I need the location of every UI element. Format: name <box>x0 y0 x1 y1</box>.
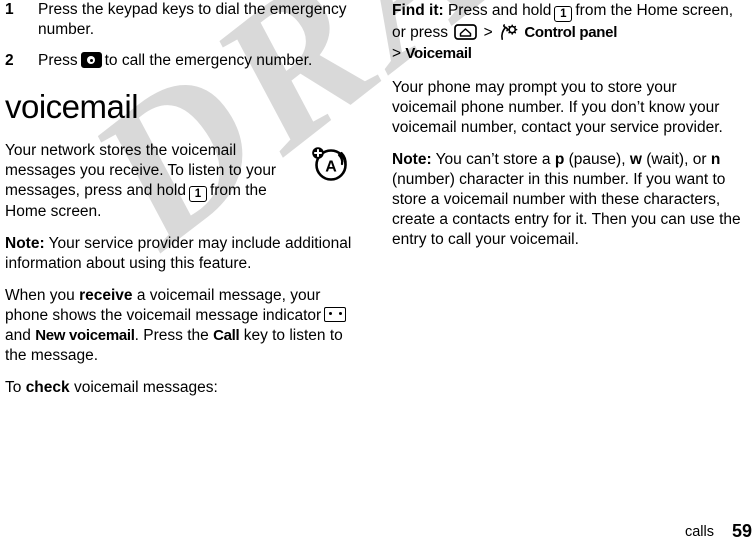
step-text-after-icon: to call the emergency number. <box>104 52 313 69</box>
send-key-icon <box>80 52 102 68</box>
voicemail-indicator-icon <box>324 307 347 322</box>
step-item: 1 Press the keypad keys to dial the emer… <box>5 0 355 40</box>
find-it-separator-1: > <box>483 24 493 41</box>
step-number: 2 <box>5 52 14 69</box>
note-chars-part3: (wait), or <box>646 151 707 168</box>
tocheck-part2: voicemail messages: <box>73 379 218 396</box>
step-text-before-icon: Press <box>38 52 78 69</box>
char-n: n <box>710 151 721 168</box>
receive-part4: . Press the <box>134 327 209 344</box>
right-column: Find it: Press and hold 1 from the Home sc… <box>392 0 742 262</box>
find-it-part1: Press and hold <box>447 2 552 19</box>
step-number: 1 <box>5 1 14 18</box>
tocheck-bold-check: check <box>25 379 70 396</box>
note-label: Note: <box>392 151 432 168</box>
step-text: Press the keypad keys to dial the emerge… <box>38 1 347 38</box>
note-chars-part1: You can’t store a <box>435 151 551 168</box>
paragraph-note-chars: Note: You can’t store a p (pause), w (wa… <box>392 150 742 250</box>
receive-part3: and <box>5 327 31 344</box>
footer-chapter-name: calls <box>684 524 714 540</box>
home-key-icon <box>454 24 478 40</box>
paragraph-note-provider: Note: Your service provider may include … <box>5 234 355 274</box>
receive-bold-receive: receive <box>79 287 133 304</box>
page-footer: calls 59 <box>0 516 756 542</box>
step-item: 2 Press to call the emergency number. <box>5 51 355 71</box>
prompt-text: Your phone may prompt you to store your … <box>392 79 723 136</box>
ui-label-new-voicemail: New voicemail <box>35 327 135 344</box>
key-1-icon: 1 <box>554 6 573 22</box>
ui-label-call: Call <box>213 327 240 344</box>
control-panel-gear-icon <box>501 24 518 40</box>
left-column: 1 Press the keypad keys to dial the emer… <box>5 0 355 410</box>
page-title: voicemail <box>5 88 139 125</box>
char-w: w <box>629 151 642 168</box>
tocheck-part1: To <box>5 379 22 396</box>
footer-page-number: 59 <box>731 521 752 541</box>
alert-network-icon: A <box>312 147 347 181</box>
find-it-separator-2: > <box>392 45 402 62</box>
note-chars-part2: (pause), <box>568 151 626 168</box>
receive-part1: When you <box>5 287 75 304</box>
paragraph-prompt: Your phone may prompt you to store your … <box>392 78 742 138</box>
find-it-block: Find it: Press and hold 1 from the Home sc… <box>392 0 742 64</box>
svg-text:A: A <box>325 159 337 176</box>
char-p: p <box>554 151 565 168</box>
menu-item-control-panel[interactable]: Control panel <box>524 24 617 41</box>
paragraph-receive: When you receive a voicemail message, yo… <box>5 286 355 366</box>
menu-item-voicemail[interactable]: Voicemail <box>405 45 472 62</box>
key-1-icon: 1 <box>188 186 207 202</box>
paragraph-to-check: To check voicemail messages: <box>5 378 355 398</box>
note-text: Your service provider may include additi… <box>5 235 352 272</box>
manual-page: 1 Press the keypad keys to dial the emer… <box>0 0 756 548</box>
note-chars-part4: (number) character in this number. If yo… <box>392 171 741 248</box>
note-label: Note: <box>5 235 45 252</box>
paragraph-intro: Your network stores the voicemail messag… <box>5 141 355 222</box>
find-it-label: Find it: <box>392 2 444 19</box>
